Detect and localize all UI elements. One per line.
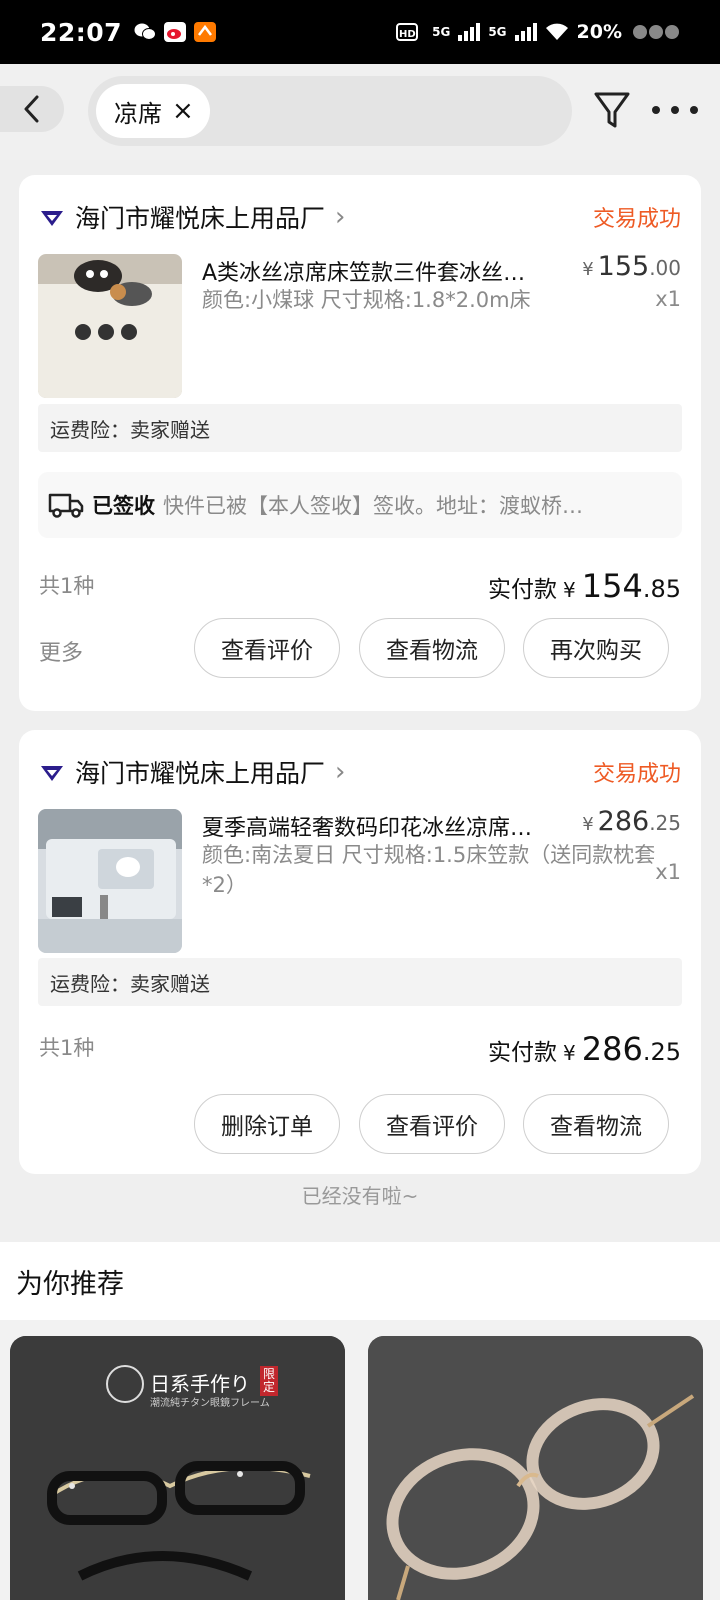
- view-review-button[interactable]: 查看评价: [359, 1094, 505, 1154]
- logistics-status: 已签收: [92, 494, 155, 518]
- paid-integer: 286: [581, 1030, 643, 1068]
- wechat-icon: [134, 23, 157, 40]
- order-card: 海门市耀悦床上用品厂 › 交易成功 A类冰丝凉席床笠款三件套冰丝凉席 颜色:小煤…: [19, 175, 701, 711]
- product-price: ¥155.00: [582, 251, 681, 282]
- view-logistics-button[interactable]: 查看物流: [359, 618, 505, 678]
- currency-symbol: ¥: [563, 1041, 576, 1065]
- price-integer: 155: [597, 251, 650, 282]
- dot-icon: [652, 106, 660, 114]
- buy-again-button[interactable]: 再次购买: [523, 618, 669, 678]
- shop-badge-icon: [41, 211, 63, 226]
- shop-link[interactable]: 海门市耀悦床上用品厂 ›: [39, 199, 345, 235]
- notification-icons: [134, 22, 217, 42]
- recommend-section: 为你推荐 日系手作り 限定 潮流純チタン眼鏡フレーム: [0, 1242, 720, 1600]
- chevron-right-icon: ›: [335, 202, 346, 232]
- logistics-row[interactable]: 已签收 快件已被【本人签收】签收。地址：渡蚁桥…: [38, 472, 682, 538]
- product-spec: 颜色:小煤球 尺寸规格:1.8*2.0m床: [202, 288, 531, 312]
- dot-icon: [690, 106, 698, 114]
- weibo-icon: [164, 22, 187, 42]
- shipping-insurance-row: 运费险：卖家赠送: [38, 958, 682, 1006]
- recommend-title: 为你推荐: [16, 1269, 124, 1300]
- paid-amount: 实付款 ¥ 154 .85: [488, 567, 681, 605]
- order-card: 海门市耀悦床上用品厂 › 交易成功 夏季高端轻奢数码印花冰丝凉席三件套 颜色:南…: [19, 730, 701, 1174]
- order-status: 交易成功: [592, 762, 681, 787]
- clock: 22:07: [40, 17, 123, 47]
- dot-icon: [671, 106, 679, 114]
- signal-icon-2: [514, 23, 537, 41]
- shipping-insurance-row: 运费险：卖家赠送: [38, 404, 682, 452]
- currency-symbol: ¥: [563, 578, 576, 602]
- product-image[interactable]: [38, 809, 182, 953]
- search-bar[interactable]: 凉席 ×: [88, 76, 572, 146]
- item-kind-count: 共1种: [39, 574, 95, 598]
- brand-text: 日系手作り: [150, 1372, 250, 1396]
- more-options-button[interactable]: [652, 92, 698, 128]
- view-logistics-button[interactable]: 查看物流: [523, 1094, 669, 1154]
- paid-amount: 实付款 ¥ 286 .25: [488, 1030, 681, 1068]
- product-title[interactable]: 夏季高端轻奢数码印花冰丝凉席三件套: [202, 810, 547, 842]
- order-status: 交易成功: [592, 207, 681, 232]
- wifi-icon: [545, 23, 568, 40]
- delete-order-button[interactable]: 删除订单: [194, 1094, 340, 1154]
- chevron-right-icon: ›: [335, 757, 346, 787]
- signal-icon: [458, 23, 481, 41]
- battery-percent: 20%: [576, 21, 622, 43]
- shop-name: 海门市耀悦床上用品厂: [75, 759, 326, 788]
- currency-symbol: ¥: [582, 259, 594, 280]
- shop-name: 海门市耀悦床上用品厂: [75, 204, 326, 233]
- search-keyword-chip[interactable]: 凉席 ×: [96, 84, 210, 138]
- chevron-left-icon: [24, 95, 39, 123]
- product-quantity: x1: [655, 287, 681, 311]
- paid-integer: 154: [581, 567, 643, 605]
- system-icons: HD 5G 5G 20%: [396, 21, 680, 43]
- paid-label: 实付款: [488, 577, 558, 603]
- shop-link[interactable]: 海门市耀悦床上用品厂 ›: [39, 754, 345, 790]
- paid-decimal: .85: [642, 575, 681, 603]
- product-title[interactable]: A类冰丝凉席床笠款三件套冰丝凉席: [202, 255, 547, 287]
- filter-button[interactable]: [592, 86, 632, 134]
- network-type-2: 5G: [488, 25, 507, 39]
- truck-icon: [48, 493, 84, 518]
- back-button[interactable]: [0, 86, 64, 132]
- shop-badge-icon: [41, 766, 63, 781]
- recommend-item[interactable]: [368, 1336, 703, 1600]
- brand-subtitle: 潮流純チタン眼鏡フレーム: [150, 1398, 270, 1409]
- shipping-insurance-text: 运费险：卖家赠送: [50, 417, 210, 442]
- product-image[interactable]: [38, 254, 182, 398]
- price-decimal: .00: [649, 256, 681, 280]
- price-integer: 286: [597, 806, 650, 837]
- status-bar: 22:07 HD 5G 5G 20%: [0, 0, 720, 64]
- battery-icon: [633, 25, 679, 39]
- item-kind-count: 共1种: [39, 1036, 95, 1060]
- app-icon: [194, 22, 217, 42]
- recommend-item[interactable]: 日系手作り 限定 潮流純チタン眼鏡フレーム: [10, 1336, 345, 1600]
- more-link[interactable]: 更多: [39, 635, 83, 667]
- filter-icon: [594, 92, 630, 128]
- product-quantity: x1: [655, 860, 681, 884]
- limited-badge: 限定: [260, 1366, 278, 1396]
- search-header: 凉席 ×: [0, 64, 720, 160]
- search-keyword: 凉席: [114, 99, 162, 128]
- currency-symbol: ¥: [582, 814, 594, 835]
- price-decimal: .25: [649, 811, 681, 835]
- close-icon[interactable]: ×: [172, 96, 194, 126]
- paid-label: 实付款: [488, 1040, 558, 1066]
- product-price: ¥286.25: [582, 806, 681, 837]
- hd-icon: HD: [396, 23, 419, 41]
- product-image: [368, 1336, 703, 1600]
- network-type-1: 5G: [432, 25, 451, 39]
- end-of-list-text: 已经没有啦~: [301, 1184, 419, 1208]
- logistics-detail: 快件已被【本人签收】签收。地址：渡蚁桥…: [163, 494, 583, 518]
- paid-decimal: .25: [642, 1038, 681, 1066]
- product-spec: 颜色:南法夏日 尺寸规格:1.5床笠款（送同款枕套*2）: [202, 843, 656, 897]
- shipping-insurance-text: 运费险：卖家赠送: [50, 971, 210, 996]
- svg-text:HD: HD: [399, 29, 416, 40]
- view-review-button[interactable]: 查看评价: [194, 618, 340, 678]
